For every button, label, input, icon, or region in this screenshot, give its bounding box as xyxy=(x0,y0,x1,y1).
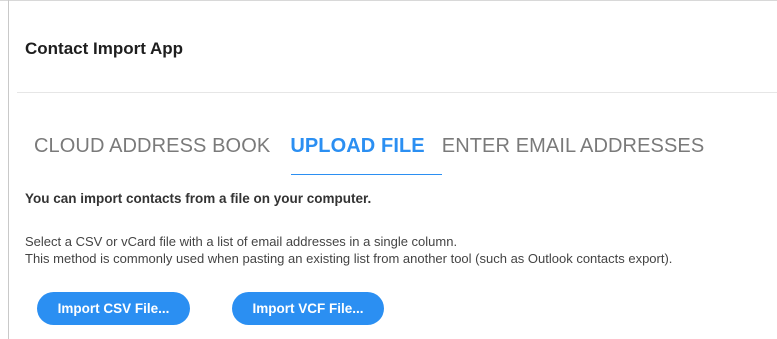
app-title: Contact Import App xyxy=(25,39,184,58)
upload-heading: You can import contacts from a file on y… xyxy=(25,191,372,206)
upload-description: Select a CSV or vCard file with a list o… xyxy=(25,233,672,267)
active-tab-indicator xyxy=(291,174,442,175)
tab-cloud-address-book[interactable]: CLOUD ADDRESS BOOK xyxy=(34,131,270,161)
import-csv-button[interactable]: Import CSV File... xyxy=(37,292,190,325)
import-vcf-button[interactable]: Import VCF File... xyxy=(232,292,384,325)
window-left-border xyxy=(8,0,9,339)
window-top-border xyxy=(0,0,777,1)
description-line-2: This method is commonly used when pastin… xyxy=(25,251,673,266)
description-line-1: Select a CSV or vCard file with a list o… xyxy=(25,234,458,249)
tab-enter-email-addresses[interactable]: ENTER EMAIL ADDRESSES xyxy=(442,131,705,161)
import-method-tabs: CLOUD ADDRESS BOOK UPLOAD FILE ENTER EMA… xyxy=(34,131,704,161)
header-divider xyxy=(17,92,777,93)
tab-upload-file[interactable]: UPLOAD FILE xyxy=(290,131,424,161)
